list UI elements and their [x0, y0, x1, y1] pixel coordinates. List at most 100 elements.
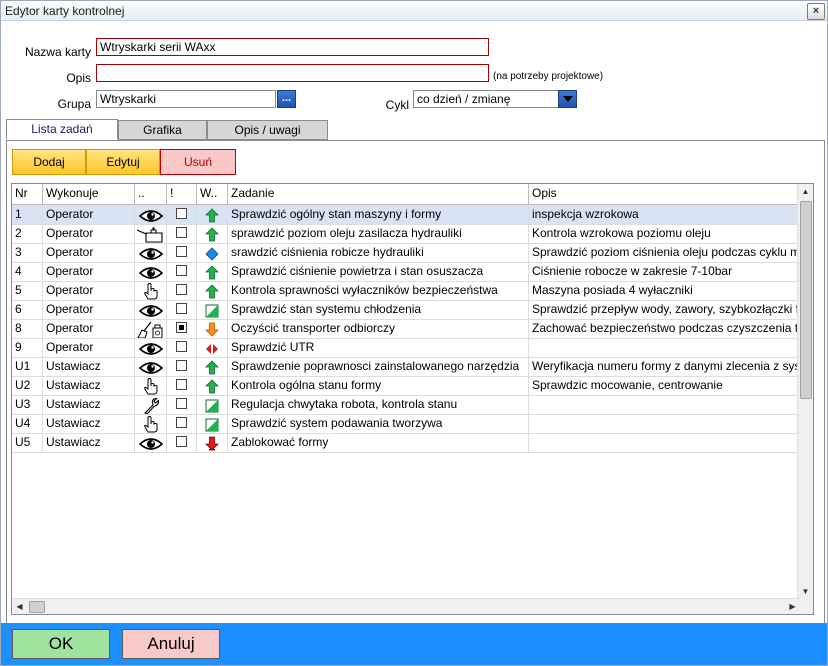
header-priority[interactable]: W.. [197, 184, 228, 204]
edit-button[interactable]: Edytuj [86, 149, 160, 175]
hscroll-thumb[interactable] [29, 601, 45, 613]
cell-desc: Sprawdzic mocowanie, centrowanie [529, 376, 800, 395]
scroll-left-icon[interactable]: ◀ [12, 599, 27, 614]
table-row[interactable]: 1 Operator Sprawdzić ogólny stan maszyny i… [12, 205, 800, 225]
flag-checkbox[interactable] [176, 208, 187, 220]
scroll-up-icon[interactable]: ▲ [798, 184, 813, 199]
horizontal-scrollbar[interactable]: ◀ ▶ [12, 598, 800, 614]
cell-nr: U3 [12, 395, 43, 414]
cell-task: Sprawdzić UTR [228, 338, 529, 357]
header-flag[interactable]: ! [167, 184, 197, 204]
flag-checkbox[interactable] [176, 436, 187, 448]
cell-priority [197, 243, 228, 262]
cancel-button[interactable]: Anuluj [122, 629, 220, 659]
footer-bar: OK Anuluj [1, 623, 827, 665]
cell-task: Sprawdzić system podawania tworzywa [228, 414, 529, 433]
table-row[interactable]: 4 Operator Sprawdzić ciśnienie powietrza i… [12, 262, 800, 282]
cell-desc: Kontrola wzrokowa poziomu oleju [529, 224, 800, 243]
cell-who: Operator [43, 281, 135, 300]
header-who[interactable]: Wykonuje [43, 184, 135, 204]
tab-graphics[interactable]: Grafika [118, 120, 207, 140]
flag-checkbox[interactable] [176, 360, 187, 372]
flag-checkbox[interactable] [176, 398, 187, 410]
desc-label: Opis [66, 71, 91, 85]
flag-checkbox[interactable] [176, 284, 187, 296]
header-nr[interactable]: Nr [12, 184, 43, 204]
table-row[interactable]: U1 Ustawiacz Sprawdzenie poprawnosci zains… [12, 357, 800, 377]
header-task[interactable]: Zadanie [228, 184, 529, 204]
cell-desc: Zachować bezpieczeństwo podczas czyszcze… [529, 319, 800, 338]
arrow-up-green-icon [205, 265, 219, 280]
scroll-thumb[interactable] [800, 201, 812, 399]
flag-checkbox[interactable] [176, 322, 187, 334]
table-row[interactable]: 5 Operator Kontrola sprawności wyłaczników… [12, 281, 800, 301]
cell-who: Ustawiacz [43, 433, 135, 452]
cell-who: Ustawiacz [43, 376, 135, 395]
cell-flag [167, 338, 197, 357]
flag-checkbox[interactable] [176, 227, 187, 239]
eye-icon [138, 361, 163, 375]
arrow-up-green-icon [205, 208, 219, 223]
flag-checkbox[interactable] [176, 417, 187, 429]
cell-method [135, 205, 167, 224]
cell-desc: Sprawdzić poziom ciśnienia oleju podczas… [529, 243, 800, 262]
flag-checkbox[interactable] [176, 265, 187, 277]
cell-method [135, 357, 167, 376]
cell-priority [197, 414, 228, 433]
flag-checkbox[interactable] [176, 341, 187, 353]
vertical-scrollbar[interactable]: ▲ ▼ [797, 184, 813, 599]
ok-button[interactable]: OK [12, 629, 110, 659]
desc-note: (na potrzeby projektowe) [493, 71, 604, 82]
title-bar: Edytor karty kontrolnej × [1, 1, 827, 21]
flag-checkbox[interactable] [176, 379, 187, 391]
table-row[interactable]: 3 Operator srawdzić ciśnienia robicze hydr… [12, 243, 800, 263]
header-method[interactable]: .. [135, 184, 167, 204]
cell-flag [167, 300, 197, 319]
cell-nr: 1 [12, 205, 43, 224]
table-row[interactable]: 9 Operator Sprawdzić UTR [12, 338, 800, 358]
cell-priority [197, 262, 228, 281]
half-square-green-icon [205, 304, 219, 318]
table-row[interactable]: 6 Operator Sprawdzić stan systemu chłodzen… [12, 300, 800, 320]
close-button[interactable]: × [807, 3, 825, 20]
cell-flag [167, 357, 197, 376]
task-grid: Nr Wykonuje .. ! W.. Zadanie Opis 1 Opera… [11, 183, 814, 615]
cell-desc: Weryfikacja numeru formy z danymi zlecen… [529, 357, 800, 376]
cell-desc [529, 433, 800, 452]
cell-desc: Maszyna posiada 4 wyłaczniki [529, 281, 800, 300]
double-arrow-red-icon [205, 342, 219, 356]
table-row[interactable]: 8 Operator Oczyścić transporter odbiorczy Z… [12, 319, 800, 339]
cell-desc [529, 395, 800, 414]
chevron-down-icon[interactable] [558, 90, 577, 108]
table-row[interactable]: U4 Ustawiacz Sprawdzić system podawania tw… [12, 414, 800, 434]
flag-checkbox[interactable] [176, 246, 187, 258]
delete-button[interactable]: Usuń [160, 149, 236, 175]
table-row[interactable]: U5 Ustawiacz Zablokować formy [12, 433, 800, 453]
cell-method [135, 338, 167, 357]
table-row[interactable]: U2 Ustawiacz Kontrola ogólna stanu formy Sp… [12, 376, 800, 396]
eye-icon [138, 209, 163, 223]
add-button[interactable]: Dodaj [12, 149, 86, 175]
cell-who: Ustawiacz [43, 414, 135, 433]
scroll-down-icon[interactable]: ▼ [798, 584, 813, 599]
cell-flag [167, 262, 197, 281]
group-field[interactable]: Wtryskarki [96, 90, 276, 108]
tab-notes[interactable]: Opis / uwagi [207, 120, 328, 140]
cell-task: Kontrola ogólna stanu formy [228, 376, 529, 395]
flag-checkbox[interactable] [176, 303, 187, 315]
cycle-select[interactable]: co dzień / zmianę [413, 90, 559, 108]
editor-window: Edytor karty kontrolnej × Nazwa karty Wt… [0, 0, 828, 666]
group-browse-button[interactable]: ... [277, 90, 296, 108]
tab-task-list[interactable]: Lista zadań [6, 119, 118, 140]
scroll-corner [798, 599, 813, 614]
cell-task: Zablokować formy [228, 433, 529, 452]
name-field[interactable]: Wtryskarki serii WAxx [96, 38, 489, 56]
cell-task: Sprawdzenie poprawnosci zainstalowanego … [228, 357, 529, 376]
desc-field[interactable] [96, 64, 489, 82]
cell-method [135, 243, 167, 262]
eye-icon [138, 437, 163, 451]
table-row[interactable]: 2 Operator sprawdzić poziom oleju zasilacz… [12, 224, 800, 244]
table-row[interactable]: U3 Ustawiacz Regulacja chwytaka robota, ko… [12, 395, 800, 415]
cell-task: Kontrola sprawności wyłaczników bezpiecz… [228, 281, 529, 300]
header-desc[interactable]: Opis [529, 184, 800, 204]
